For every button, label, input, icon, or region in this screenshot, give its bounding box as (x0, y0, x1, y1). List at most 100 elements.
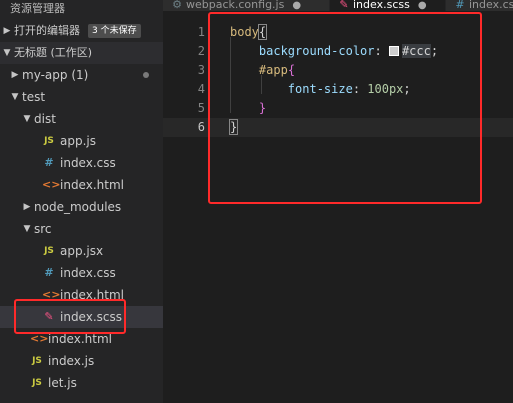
tree-item-label: node_modules (34, 200, 122, 214)
code-token: #ccc (401, 44, 431, 58)
js-file-icon: JS (32, 356, 42, 366)
code-token: #app (258, 63, 288, 77)
code-token: background-color (258, 44, 375, 58)
tree-item-label: dist (34, 112, 56, 126)
explorer-sidebar: 资源管理器 ▶ 打开的编辑器 3 个未保存 ▼ 无标题 (工作区) ▶ my-ap… (0, 0, 163, 403)
chevron-down-icon: ▼ (23, 224, 31, 234)
css-file-icon: # (44, 266, 54, 279)
tree-file[interactable]: # index.css (0, 152, 163, 174)
tree-file[interactable]: ✎ index.scss (0, 306, 163, 328)
code-token: ; (403, 82, 411, 96)
workspace-section[interactable]: ▼ 无标题 (工作区) (0, 42, 163, 64)
tree-folder[interactable]: ▼ dist (0, 108, 163, 130)
tree-file[interactable]: JS app.js (0, 130, 163, 152)
code-line: 4 font-size: 100px; (163, 80, 513, 99)
tree-item-label: my-app (1) (22, 68, 89, 82)
tab-webpack-config[interactable]: ⚙ webpack.config.js ● (163, 0, 329, 11)
tree-item-label: index.css (60, 156, 116, 170)
tree-folder[interactable]: ▼ src (0, 218, 163, 240)
modified-dot-icon (143, 72, 149, 78)
code-line: 1 body{ (163, 23, 513, 42)
js-file-icon: JS (44, 136, 54, 146)
workspace-label: 无标题 (工作区) (14, 46, 93, 59)
line-code: } (228, 118, 239, 137)
code-line: 5 } (163, 99, 513, 118)
tree-item-label: index.scss (60, 310, 122, 324)
scss-icon: ✎ (339, 0, 349, 11)
tree-item-label: index.html (60, 288, 124, 302)
tree-file[interactable]: JS index.js (0, 350, 163, 372)
code-token: : (352, 82, 368, 96)
modified-dot-icon[interactable]: ● (292, 0, 301, 11)
tree-file[interactable]: <> index.html (0, 328, 163, 350)
line-code: #app{ (230, 61, 295, 80)
tab-index-scss[interactable]: ✎ index.scss ● (330, 0, 445, 11)
tree-file[interactable]: JS app.jsx (0, 240, 163, 262)
tree-item-label: index.html (60, 178, 124, 192)
chevron-right-icon: ▶ (3, 26, 11, 36)
code-token: ; (430, 44, 439, 58)
tab-label: index.scss (353, 0, 410, 11)
line-number: 4 (197, 82, 205, 96)
tab-label: index.css (469, 0, 513, 11)
tree-folder[interactable]: ▶ node_modules (0, 196, 163, 218)
chevron-down-icon: ▼ (23, 114, 31, 124)
hash-icon: # (455, 0, 465, 11)
code-editor[interactable]: 1 body{2 background-color: #ccc; 3 #app{4 … (163, 11, 513, 403)
editor-tabs: ⚙ webpack.config.js ● ✎ index.scss ● # index.… (163, 0, 513, 11)
tree-item-label: app.js (60, 134, 96, 148)
chevron-down-icon: ▼ (11, 92, 19, 102)
unsaved-badge: 3 个未保存 (88, 24, 141, 38)
tree-item-label: src (34, 222, 52, 236)
line-code: body{ (230, 23, 268, 42)
tree-folder[interactable]: ▶ my-app (1) (0, 64, 163, 86)
open-editors-label: 打开的编辑器 (14, 24, 80, 37)
line-number: 1 (197, 25, 205, 39)
code-token: } (258, 101, 267, 115)
line-number: 5 (197, 101, 205, 115)
chevron-right-icon: ▶ (23, 202, 31, 212)
js-file-icon: JS (44, 246, 54, 256)
code-line: 3 #app{ (163, 61, 513, 80)
code-token: body (230, 25, 259, 39)
code-line: 2 background-color: #ccc; (163, 42, 513, 61)
css-file-icon: # (44, 156, 54, 169)
tree-item-label: index.css (60, 266, 116, 280)
code-token: { (287, 63, 296, 77)
tree-item-label: let.js (48, 376, 77, 390)
line-code: font-size: 100px; (230, 80, 411, 99)
line-code: } (230, 99, 266, 118)
tab-index-css[interactable]: # index.css (446, 0, 513, 11)
js-file-icon: JS (32, 378, 42, 388)
scss-file-icon: ✎ (44, 310, 54, 323)
file-tree: ▶ my-app (1) ▼ test ▼ dist JS app.js # index.css <… (0, 64, 163, 394)
line-code: background-color: #ccc; (230, 42, 438, 61)
tree-item-label: app.jsx (60, 244, 104, 258)
color-swatch[interactable] (388, 46, 399, 56)
open-editors-section[interactable]: ▶ 打开的编辑器 3 个未保存 (0, 20, 163, 42)
line-number: 3 (197, 63, 205, 77)
html-file-icon: <> (42, 288, 61, 301)
code-token: 100px (367, 82, 404, 96)
tree-file[interactable]: # index.css (0, 262, 163, 284)
gear-icon: ⚙ (172, 0, 182, 11)
tree-item-label: index.js (48, 354, 95, 368)
tree-file[interactable]: JS let.js (0, 372, 163, 394)
tree-file[interactable]: <> index.html (0, 174, 163, 196)
tree-file[interactable]: <> index.html (0, 284, 163, 306)
chevron-right-icon: ▶ (11, 70, 19, 80)
code-token: } (228, 119, 239, 135)
code-line: 6} (163, 118, 513, 137)
chevron-down-icon: ▼ (3, 48, 11, 58)
line-number: 6 (197, 120, 205, 134)
modified-dot-icon[interactable]: ● (418, 0, 427, 11)
html-file-icon: <> (30, 332, 49, 345)
line-number: 2 (197, 44, 205, 58)
tree-folder[interactable]: ▼ test (0, 86, 163, 108)
tree-item-label: index.html (48, 332, 112, 346)
code-token: { (257, 24, 268, 40)
